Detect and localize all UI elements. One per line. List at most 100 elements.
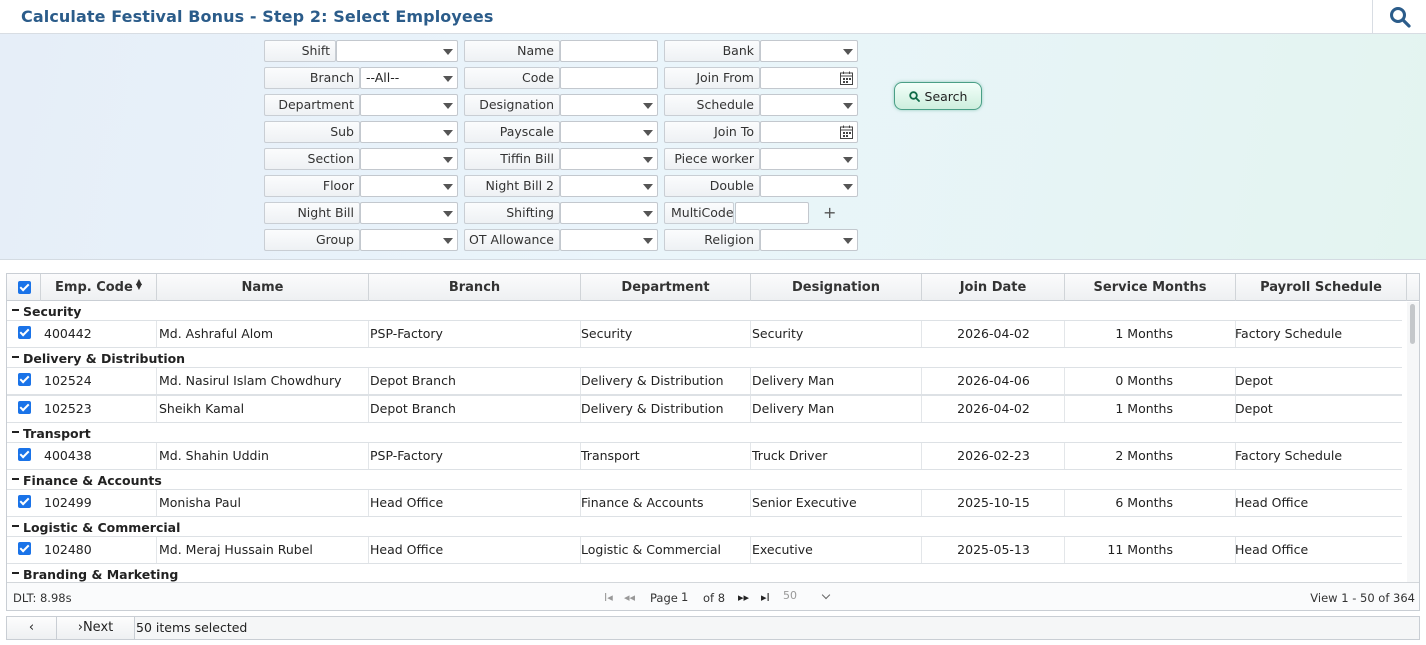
column-divider — [156, 443, 157, 469]
next-page-icon[interactable]: ▸▸ — [738, 591, 749, 604]
join-from-input[interactable] — [760, 67, 858, 89]
piece-worker-select[interactable] — [760, 148, 858, 170]
page-size-select[interactable]: 50 — [779, 589, 831, 606]
cell-department: Delivery & Distribution — [581, 373, 724, 388]
table-row[interactable]: 400442 Md. Ashraful Alom PSP-Factory Securi… — [7, 320, 1402, 348]
collapse-icon[interactable] — [12, 309, 19, 311]
double-select[interactable] — [760, 175, 858, 197]
group-header[interactable]: Finance & Accounts — [7, 471, 1407, 490]
prev-button[interactable]: ‹ — [7, 617, 57, 639]
column-divider — [750, 443, 751, 469]
selection-count: 50 items selected — [136, 620, 248, 635]
table-row[interactable]: 400438 Md. Shahin Uddin PSP-Factory Transpo… — [7, 442, 1402, 470]
column-header-name[interactable]: Name — [157, 274, 369, 301]
cell-name: Monisha Paul — [159, 495, 241, 510]
search-button-label: Search — [924, 88, 968, 104]
column-header-payroll-schedule[interactable]: Payroll Schedule — [1236, 274, 1407, 301]
last-page-icon[interactable]: ▸I — [761, 591, 770, 604]
cell-designation: Delivery Man — [752, 401, 835, 416]
column-divider — [156, 490, 157, 516]
collapse-icon[interactable] — [12, 356, 19, 358]
column-divider — [156, 368, 157, 394]
column-header-label: Department — [621, 280, 710, 295]
cell-branch: Depot Branch — [370, 401, 456, 416]
employee-grid: Emp. Code ▲ ▼ Name Branch Department Designati… — [6, 273, 1420, 611]
select-all-checkbox[interactable] — [18, 281, 31, 294]
collapse-icon[interactable] — [12, 572, 19, 574]
cell-join-date: 2026-04-02 — [957, 401, 1030, 416]
bank-label: Bank — [664, 40, 760, 62]
page-input[interactable]: 1 — [681, 590, 701, 605]
cell-service: 1 Months — [1115, 326, 1173, 341]
cell-name: Sheikh Kamal — [159, 401, 245, 416]
column-divider — [750, 396, 751, 422]
column-header-designation[interactable]: Designation — [751, 274, 922, 301]
column-divider — [368, 537, 369, 563]
search-icon — [1389, 7, 1411, 28]
multicode-input[interactable] — [735, 202, 809, 224]
column-divider — [156, 537, 157, 563]
column-header-join-date[interactable]: Join Date — [922, 274, 1065, 301]
calendar-icon[interactable] — [840, 125, 853, 139]
calendar-icon[interactable] — [840, 71, 853, 85]
group-label: Branding & Marketing — [23, 567, 179, 582]
filter-row: Bank — [0, 40, 1000, 62]
row-checkbox[interactable] — [18, 495, 31, 508]
group-header[interactable]: Logistic & Commercial — [7, 518, 1407, 537]
schedule-select[interactable] — [760, 94, 858, 116]
cell-code: 400438 — [44, 448, 92, 463]
collapse-icon[interactable] — [12, 478, 19, 480]
first-page-icon[interactable]: I◂ — [604, 591, 613, 604]
group-label: Transport — [23, 426, 91, 441]
column-divider — [750, 321, 751, 347]
row-checkbox[interactable] — [18, 401, 31, 414]
bottom-toolbar: ‹ ›Next 50 items selected — [6, 616, 1420, 640]
table-row[interactable]: 102499 Monisha Paul Head Office Finance & A… — [7, 489, 1402, 517]
cell-join-date: 2025-05-13 — [957, 542, 1030, 557]
filter-panel: Shift Branch --All-- Department Sub Section Fl… — [0, 34, 1426, 260]
group-header[interactable]: Delivery & Distribution — [7, 349, 1407, 368]
collapse-icon[interactable] — [12, 525, 19, 527]
cell-schedule: Factory Schedule — [1235, 448, 1343, 463]
table-row[interactable]: 102523 Sheikh Kamal Depot Branch Delivery &… — [7, 395, 1402, 423]
scrollbar-thumb[interactable] — [1410, 304, 1415, 344]
add-icon[interactable]: + — [823, 205, 836, 221]
collapse-icon[interactable] — [12, 431, 19, 433]
religion-select[interactable] — [760, 229, 858, 251]
filter-row: Piece worker — [0, 148, 1000, 170]
table-row[interactable]: 102480 Md. Meraj Hussain Rubel Head Office… — [7, 536, 1402, 564]
row-checkbox[interactable] — [18, 448, 31, 461]
prev-page-icon[interactable]: ◂◂ — [624, 591, 635, 604]
column-divider — [750, 368, 751, 394]
column-header-service-months[interactable]: Service Months — [1065, 274, 1236, 301]
group-header[interactable]: Branding & Marketing — [7, 565, 1407, 582]
filter-row: Join From — [0, 67, 1000, 89]
group-label: Security — [23, 304, 82, 319]
cell-branch: Head Office — [370, 495, 444, 510]
next-button[interactable]: ›Next — [57, 617, 135, 639]
column-divider — [156, 321, 157, 347]
cell-department: Delivery & Distribution — [581, 401, 724, 416]
row-checkbox[interactable] — [18, 326, 31, 339]
join-to-input[interactable] — [760, 121, 858, 143]
column-divider — [750, 490, 751, 516]
column-header-branch[interactable]: Branch — [369, 274, 581, 301]
column-divider — [156, 396, 157, 422]
group-header[interactable]: Security — [7, 302, 1407, 321]
cell-department: Security — [581, 326, 633, 341]
row-checkbox[interactable] — [18, 373, 31, 386]
column-header-department[interactable]: Department — [581, 274, 751, 301]
group-header[interactable]: Transport — [7, 424, 1407, 443]
cell-designation: Delivery Man — [752, 373, 835, 388]
group-label: Finance & Accounts — [23, 473, 162, 488]
bank-select[interactable] — [760, 40, 858, 62]
grid-scrollbar[interactable] — [1407, 302, 1419, 582]
search-button[interactable]: Search — [894, 82, 982, 110]
row-checkbox[interactable] — [18, 542, 31, 555]
search-icon — [908, 90, 920, 102]
search-toggle-button[interactable] — [1372, 0, 1426, 34]
filter-row: Double — [0, 175, 1000, 197]
table-row[interactable]: 102524 Md. Nasirul Islam Chowdhury Depot B… — [7, 367, 1402, 395]
column-header-emp-code[interactable]: Emp. Code ▲ ▼ — [41, 274, 157, 301]
sort-icon[interactable]: ▲ ▼ — [136, 278, 142, 291]
